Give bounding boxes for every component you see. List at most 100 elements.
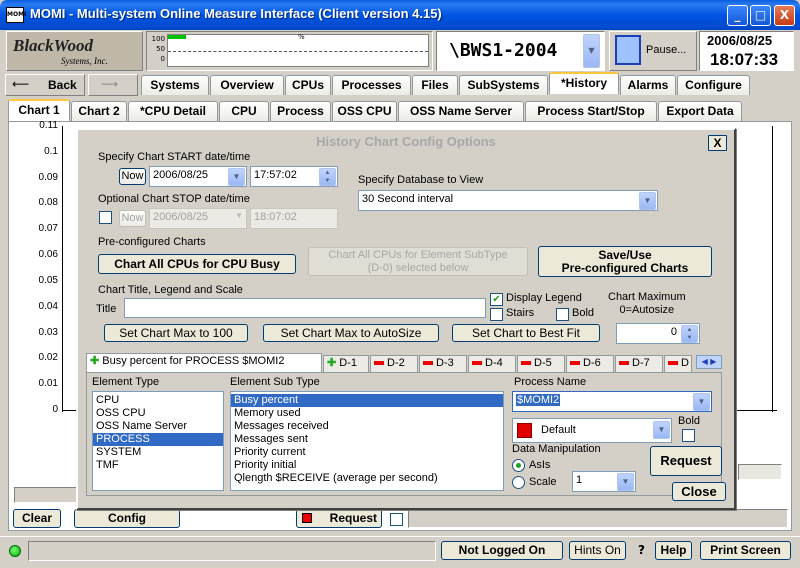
tab-process[interactable]: Process: [270, 101, 331, 121]
database-select[interactable]: 30 Second interval ▼: [358, 190, 658, 211]
side-panel: [738, 464, 782, 480]
list-item[interactable]: PROCESS: [93, 433, 223, 446]
color-bold-checkbox[interactable]: [682, 429, 695, 442]
element-type-list[interactable]: CPU OSS CPU OSS Name Server PROCESS SYST…: [92, 391, 224, 491]
red-square-icon: [302, 513, 312, 523]
close-button[interactable]: Close: [672, 482, 726, 501]
print-screen-button[interactable]: Print Screen: [700, 541, 791, 560]
start-time-field[interactable]: 17:57:02 ▲ ▼: [250, 166, 338, 187]
config-button[interactable]: Config: [74, 509, 180, 528]
save-use-preconfigured-button[interactable]: Save/Use Pre-configured Charts: [538, 246, 712, 277]
not-logged-on-button[interactable]: Not Logged On: [441, 541, 563, 560]
tab-d-3[interactable]: D-3: [419, 355, 467, 372]
forward-button[interactable]: ⟶: [88, 74, 138, 96]
start-date-field[interactable]: 2006/08/25 ▼: [149, 166, 247, 187]
stop-enable-checkbox[interactable]: [99, 211, 112, 224]
scale-select[interactable]: 1 ▼: [572, 471, 636, 492]
chevron-down-icon[interactable]: ▼: [639, 192, 656, 210]
system-selector[interactable]: \BWS1-2004 ▼: [436, 31, 605, 71]
tab-configure[interactable]: Configure: [677, 75, 750, 95]
close-window-button[interactable]: X: [774, 5, 795, 26]
back-button[interactable]: ⟵ Back: [5, 74, 85, 96]
stairs-checkbox[interactable]: [490, 308, 503, 321]
tab-d-1[interactable]: ✚ D-1: [323, 355, 369, 372]
stop-date-field[interactable]: 2006/08/25 ▼: [149, 208, 247, 229]
auto-request-checkbox[interactable]: [390, 513, 403, 526]
tab-processes[interactable]: Processes: [332, 75, 411, 95]
tab-chart-2[interactable]: Chart 2: [71, 101, 127, 121]
title-input[interactable]: [124, 298, 486, 318]
request-button[interactable]: Request: [650, 446, 722, 476]
tab-overview[interactable]: Overview: [210, 75, 284, 95]
set-max-autosize-button[interactable]: Set Chart Max to AutoSize: [263, 324, 439, 342]
tab-export-data[interactable]: Export Data: [658, 101, 742, 121]
list-item[interactable]: Memory used: [231, 407, 503, 420]
spinner-icon[interactable]: ▲ ▼: [681, 325, 698, 343]
hints-on-button[interactable]: Hints On: [569, 541, 626, 560]
tab-subsystems[interactable]: SubSystems: [459, 75, 548, 95]
list-item[interactable]: TMF: [93, 459, 223, 472]
bold-checkbox[interactable]: [556, 308, 569, 321]
tab-systems[interactable]: Systems: [141, 75, 209, 95]
minimize-button[interactable]: _: [727, 5, 748, 26]
tab-files[interactable]: Files: [412, 75, 458, 95]
chevron-down-icon[interactable]: ▼: [693, 393, 710, 411]
chart-all-cpus-button[interactable]: Chart All CPUs for CPU Busy: [98, 254, 296, 274]
set-max-100-button[interactable]: Set Chart Max to 100: [104, 324, 248, 342]
tab-scroll-arrows-icon[interactable]: ◀ ▶: [696, 355, 722, 369]
list-item[interactable]: Qlength $RECEIVE (average per second): [231, 472, 503, 485]
help-button[interactable]: Help: [655, 541, 692, 560]
tab-d-2[interactable]: D-2: [370, 355, 418, 372]
logo-text: BlackWood: [13, 36, 93, 55]
process-name-select[interactable]: $MOMI2 ▼: [512, 391, 712, 412]
stop-now-button[interactable]: Now: [119, 210, 146, 227]
start-now-button[interactable]: Now: [119, 168, 146, 185]
scale-radio[interactable]: [512, 476, 525, 489]
element-sub-type-list[interactable]: Busy percent Memory used Messages receiv…: [230, 391, 504, 491]
color-bold-label: Bold: [678, 415, 701, 427]
maximize-button[interactable]: □: [750, 5, 771, 26]
color-select[interactable]: Default ▼: [512, 418, 672, 443]
bottom-request-button[interactable]: Request: [296, 509, 382, 528]
list-item[interactable]: Busy percent: [231, 394, 503, 407]
tab-d-6[interactable]: D-6: [566, 355, 614, 372]
chart-all-subtype-button[interactable]: Chart All CPUs for Element SubType (D-0) …: [308, 247, 528, 276]
list-item[interactable]: Priority initial: [231, 459, 503, 472]
tab-alarms[interactable]: Alarms: [620, 75, 676, 95]
chart-max-field[interactable]: 0 ▲ ▼: [616, 323, 700, 344]
tab-cpus[interactable]: CPUs: [285, 75, 331, 95]
stop-time-field[interactable]: 18:07:02: [250, 208, 338, 229]
list-item[interactable]: SYSTEM: [93, 446, 223, 459]
list-item[interactable]: OSS CPU: [93, 407, 223, 420]
tab-d-7[interactable]: D-7: [615, 355, 663, 372]
tab-process-start-stop[interactable]: Process Start/Stop: [525, 101, 657, 121]
tab-d-5[interactable]: D-5: [517, 355, 565, 372]
pause-button[interactable]: Pause...: [609, 31, 697, 71]
dialog-close-button[interactable]: X: [708, 135, 727, 151]
tab-history[interactable]: *History: [549, 72, 619, 94]
chevron-down-icon[interactable]: ▼: [583, 34, 600, 68]
display-legend-label: Display Legend: [506, 292, 582, 304]
list-item[interactable]: Priority current: [231, 446, 503, 459]
tab-chart-1[interactable]: Chart 1: [8, 99, 70, 121]
clear-button[interactable]: Clear: [13, 509, 61, 528]
spinner-icon[interactable]: ▲ ▼: [319, 168, 336, 186]
set-best-fit-button[interactable]: Set Chart to Best Fit: [452, 324, 600, 342]
list-item[interactable]: Messages sent: [231, 433, 503, 446]
asis-radio[interactable]: [512, 459, 525, 472]
tab-oss-name-server[interactable]: OSS Name Server: [398, 101, 524, 121]
list-item[interactable]: Messages received: [231, 420, 503, 433]
list-item[interactable]: CPU: [93, 394, 223, 407]
tab-cpu[interactable]: CPU: [219, 101, 269, 121]
tab-d-more[interactable]: D: [664, 355, 692, 372]
list-item[interactable]: OSS Name Server: [93, 420, 223, 433]
tab-oss-cpu[interactable]: OSS CPU: [332, 101, 397, 121]
chevron-down-icon[interactable]: ▼: [617, 473, 634, 491]
tab-d-4[interactable]: D-4: [468, 355, 516, 372]
chevron-down-icon[interactable]: ▼: [653, 421, 670, 439]
chevron-down-icon[interactable]: ▼: [228, 168, 245, 186]
question-icon[interactable]: ?: [638, 543, 645, 557]
display-legend-checkbox[interactable]: ✔: [490, 293, 503, 306]
tab-cpu-detail[interactable]: *CPU Detail: [128, 101, 218, 121]
tab-d-0[interactable]: ✚ Busy percent for PROCESS $MOMI2: [86, 353, 322, 372]
